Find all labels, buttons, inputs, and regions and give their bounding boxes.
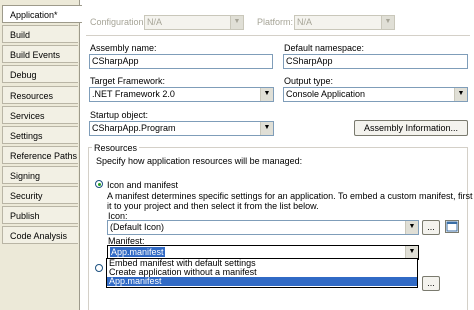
startup-object-combo[interactable]: CSharpApp.Program ▼ bbox=[89, 121, 274, 136]
tab-reference-paths[interactable]: Reference Paths bbox=[2, 146, 78, 164]
tab-security[interactable]: Security bbox=[2, 186, 78, 204]
platform-combo[interactable]: N/A ▼ bbox=[294, 15, 395, 30]
configuration-value: N/A bbox=[147, 17, 163, 27]
configuration-label: Configuration: bbox=[90, 17, 147, 27]
default-namespace-input[interactable]: CSharpApp bbox=[283, 54, 468, 69]
target-framework-value: .NET Framework 2.0 bbox=[92, 89, 175, 99]
assembly-name-label: Assembly name: bbox=[90, 43, 157, 53]
platform-value: N/A bbox=[297, 17, 313, 27]
icon-value: (Default Icon) bbox=[110, 222, 165, 232]
tab-services[interactable]: Services bbox=[2, 106, 78, 124]
chevron-down-icon: ▼ bbox=[260, 88, 273, 101]
manifest-description-line2: it to your project and then select it fr… bbox=[107, 201, 319, 211]
output-type-label: Output type: bbox=[284, 76, 334, 86]
tab-resources[interactable]: Resources bbox=[2, 86, 78, 104]
output-type-combo[interactable]: Console Application ▼ bbox=[283, 87, 468, 102]
browse-resource-button[interactable]: ... bbox=[422, 276, 440, 291]
default-namespace-label: Default namespace: bbox=[284, 43, 365, 53]
assembly-name-input[interactable]: CSharpApp bbox=[89, 54, 273, 69]
configuration-combo[interactable]: N/A ▼ bbox=[144, 15, 244, 30]
startup-object-value: CSharpApp.Program bbox=[92, 123, 176, 133]
icon-and-manifest-label: Icon and manifest bbox=[107, 180, 179, 190]
icon-preview bbox=[445, 220, 459, 233]
tab-settings[interactable]: Settings bbox=[2, 126, 78, 144]
resources-group-label: Resources bbox=[92, 143, 140, 153]
manifest-value: App.manifest bbox=[110, 247, 165, 257]
output-type-value: Console Application bbox=[286, 89, 366, 99]
icon-combo[interactable]: (Default Icon) ▼ bbox=[107, 220, 419, 235]
chevron-down-icon: ▼ bbox=[260, 122, 273, 135]
divider bbox=[86, 35, 470, 36]
tab-strip: Application* Build Build Events Debug Re… bbox=[0, 0, 82, 310]
browse-icon-button[interactable]: ... bbox=[422, 220, 440, 235]
resources-description: Specify how application resources will b… bbox=[96, 156, 303, 166]
chevron-down-icon: ▼ bbox=[381, 16, 394, 29]
resource-file-radio[interactable] bbox=[95, 264, 103, 272]
chevron-down-icon: ▼ bbox=[454, 88, 467, 101]
application-icon bbox=[446, 221, 458, 232]
tab-code-analysis[interactable]: Code Analysis bbox=[2, 226, 78, 244]
target-framework-label: Target Framework: bbox=[90, 76, 166, 86]
icon-and-manifest-radio[interactable] bbox=[95, 180, 103, 188]
tab-build[interactable]: Build bbox=[2, 25, 78, 43]
target-framework-combo[interactable]: .NET Framework 2.0 ▼ bbox=[89, 87, 274, 102]
platform-label: Platform: bbox=[257, 17, 294, 27]
chevron-down-icon: ▼ bbox=[230, 16, 243, 29]
manifest-description-line1: A manifest determines specific settings … bbox=[107, 191, 474, 201]
startup-object-label: Startup object: bbox=[90, 110, 149, 120]
tab-build-events[interactable]: Build Events bbox=[2, 45, 78, 63]
manifest-option-selected[interactable]: App.manifest bbox=[107, 277, 417, 286]
tab-publish[interactable]: Publish bbox=[2, 206, 78, 224]
assembly-information-button[interactable]: Assembly Information... bbox=[354, 120, 468, 136]
chevron-down-icon: ▼ bbox=[405, 221, 418, 234]
tab-debug[interactable]: Debug bbox=[2, 65, 78, 83]
manifest-dropdown-list: Embed manifest with default settings Cre… bbox=[106, 258, 418, 288]
tab-application[interactable]: Application* bbox=[2, 5, 82, 23]
tab-signing[interactable]: Signing bbox=[2, 166, 78, 184]
